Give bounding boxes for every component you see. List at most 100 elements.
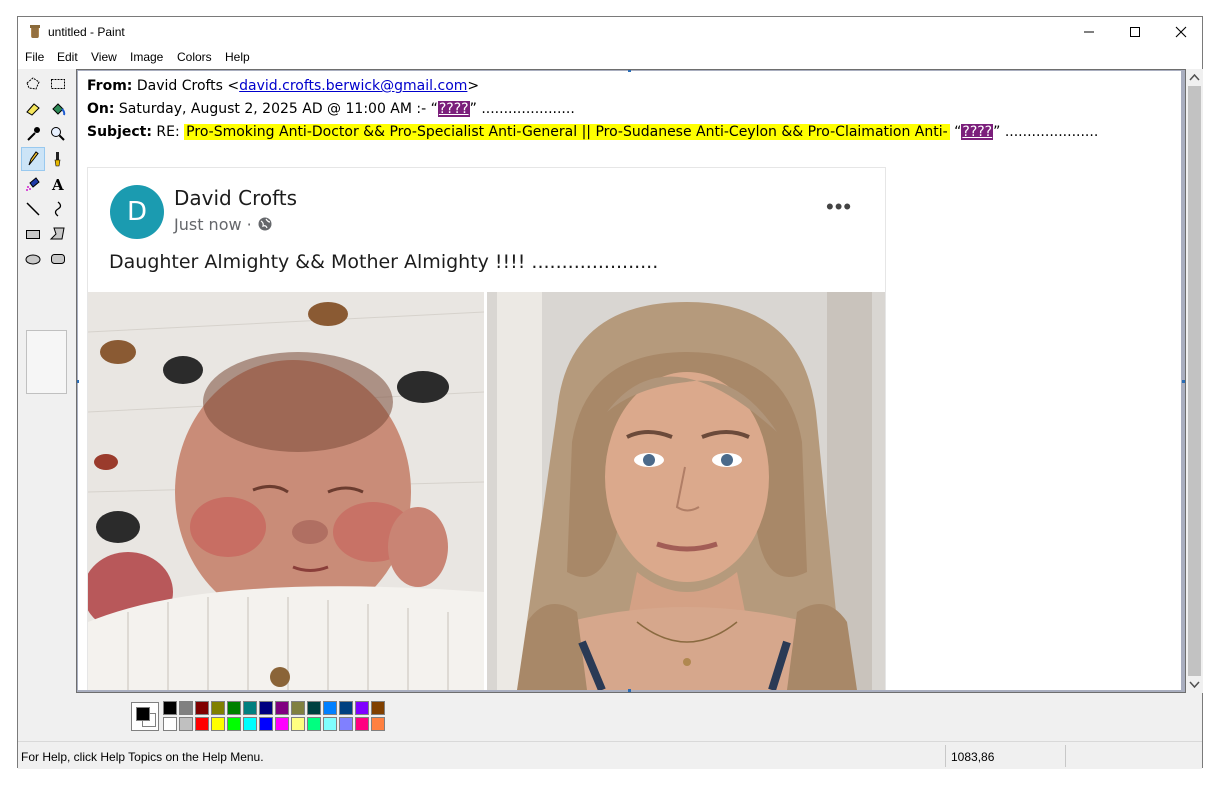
tool-line[interactable] — [21, 197, 45, 221]
on-mark: ???? — [437, 101, 470, 117]
line-icon — [26, 202, 40, 216]
color-swatch[interactable] — [323, 701, 337, 715]
foreground-color[interactable] — [136, 707, 150, 721]
tool-curve[interactable] — [46, 197, 70, 221]
scroll-thumb[interactable] — [1188, 86, 1201, 676]
menu-help[interactable]: Help — [225, 50, 250, 64]
fill-bucket-icon — [52, 103, 66, 116]
paint-window: untitled - Paint File Edit View Image Co… — [17, 16, 1203, 769]
on-tail: ” ..................... — [469, 101, 575, 117]
scroll-up-icon[interactable] — [1186, 70, 1203, 85]
free-select-icon — [26, 77, 40, 90]
drawing-canvas[interactable]: From: David Crofts <david.crofts.berwick… — [78, 71, 1181, 690]
scroll-down-icon[interactable] — [1186, 677, 1203, 692]
maximize-icon — [1130, 27, 1140, 37]
resize-handle-left[interactable] — [77, 380, 79, 383]
color-swatch[interactable] — [195, 717, 209, 731]
baby-photo — [88, 292, 484, 690]
current-colors[interactable] — [131, 702, 159, 731]
color-swatch[interactable] — [243, 701, 257, 715]
color-swatch[interactable] — [227, 717, 241, 731]
color-swatch[interactable] — [259, 717, 273, 731]
tool-select[interactable] — [46, 72, 70, 96]
color-swatch[interactable] — [275, 717, 289, 731]
email-from-line: From: David Crofts <david.crofts.berwick… — [87, 78, 479, 94]
rectangle-icon — [26, 230, 40, 239]
tool-rounded-rectangle[interactable] — [46, 247, 70, 271]
subject-prefix: RE: — [156, 124, 185, 140]
color-swatch[interactable] — [227, 701, 241, 715]
menu-colors[interactable]: Colors — [177, 50, 212, 64]
color-swatch[interactable] — [179, 701, 193, 715]
rect-select-icon — [51, 79, 65, 89]
ellipse-icon — [25, 254, 41, 265]
color-swatch[interactable] — [179, 717, 193, 731]
color-swatch[interactable] — [211, 717, 225, 731]
color-swatch[interactable] — [339, 701, 353, 715]
color-swatch[interactable] — [355, 701, 369, 715]
polygon-icon — [49, 227, 65, 240]
color-swatch[interactable] — [291, 701, 305, 715]
color-swatch[interactable] — [371, 701, 385, 715]
pencil-icon — [28, 151, 39, 166]
color-swatch[interactable] — [307, 717, 321, 731]
color-swatch[interactable] — [291, 717, 305, 731]
canvas-area: From: David Crofts <david.crofts.berwick… — [76, 69, 1186, 693]
tool-pick-color[interactable] — [21, 122, 45, 146]
resize-handle-bottom[interactable] — [628, 689, 631, 692]
tool-free-form-select[interactable] — [21, 72, 45, 96]
tool-options-box[interactable] — [26, 330, 67, 394]
status-separator — [945, 745, 946, 767]
color-swatch[interactable] — [371, 717, 385, 731]
resize-handle-top[interactable] — [628, 70, 631, 72]
rounded-rect-icon — [51, 254, 65, 264]
tool-polygon[interactable] — [46, 222, 70, 246]
color-swatch[interactable] — [243, 717, 257, 731]
tool-rectangle[interactable] — [21, 222, 45, 246]
tool-fill[interactable] — [46, 97, 70, 121]
color-swatch[interactable] — [355, 717, 369, 731]
menu-view[interactable]: View — [91, 50, 117, 64]
color-swatch[interactable] — [211, 701, 225, 715]
resize-handle-right[interactable] — [1182, 380, 1185, 383]
close-icon — [1175, 26, 1187, 38]
color-swatch[interactable] — [259, 701, 273, 715]
menu-image[interactable]: Image — [130, 50, 163, 64]
tool-pencil[interactable] — [21, 147, 45, 171]
minimize-button[interactable] — [1066, 17, 1112, 47]
tool-ellipse[interactable] — [21, 247, 45, 271]
svg-text:A: A — [51, 176, 64, 193]
tool-brush[interactable] — [46, 147, 70, 171]
subject-highlight: Pro-Smoking Anti-Doctor && Pro-Specialis… — [184, 124, 950, 140]
from-close: > — [467, 78, 480, 94]
from-email-link: david.crofts.berwick@gmail.com — [239, 78, 468, 94]
color-swatch[interactable] — [339, 717, 353, 731]
color-swatch[interactable] — [307, 701, 321, 715]
color-swatch[interactable] — [163, 717, 177, 731]
color-swatch[interactable] — [323, 717, 337, 731]
color-swatch[interactable] — [195, 701, 209, 715]
subject-label: Subject: — [87, 124, 152, 140]
color-swatch[interactable] — [275, 701, 289, 715]
status-help-text: For Help, click Help Topics on the Help … — [21, 750, 264, 764]
close-button[interactable] — [1158, 17, 1204, 47]
tool-airbrush[interactable] — [21, 172, 45, 196]
woman-image — [487, 292, 885, 690]
subject-open: “ — [949, 124, 962, 140]
tool-magnifier[interactable] — [46, 122, 70, 146]
paint-app-icon — [30, 25, 40, 38]
color-swatch[interactable] — [163, 701, 177, 715]
vertical-scrollbar[interactable] — [1186, 69, 1203, 693]
menu-file[interactable]: File — [25, 50, 44, 64]
avatar: D — [110, 185, 164, 239]
menu-edit[interactable]: Edit — [57, 50, 78, 64]
tool-text[interactable]: A — [46, 172, 70, 196]
menu-bar: File Edit View Image Colors Help — [18, 47, 1202, 69]
maximize-button[interactable] — [1112, 17, 1158, 47]
color-palette — [18, 693, 1202, 741]
post-time-text: Just now · — [174, 215, 252, 234]
tool-eraser[interactable] — [21, 97, 45, 121]
globe-icon — [258, 217, 272, 231]
title-bar[interactable]: untitled - Paint — [18, 17, 1202, 47]
curve-icon — [54, 201, 62, 217]
